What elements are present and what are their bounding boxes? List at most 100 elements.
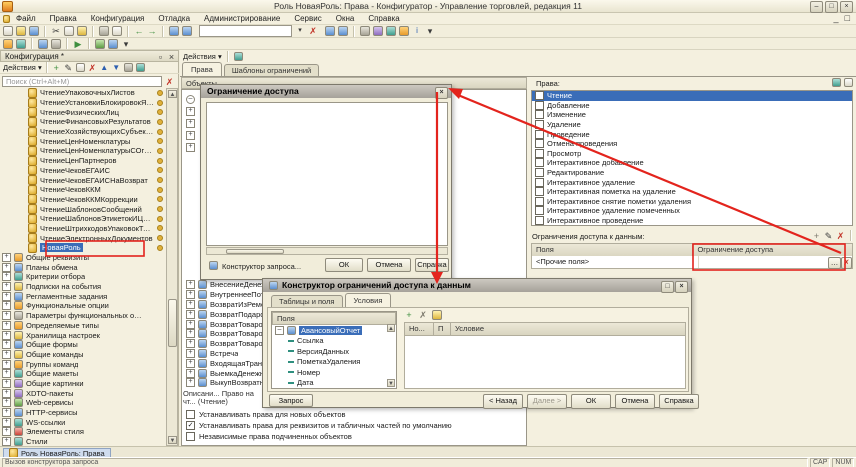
add-icon[interactable]: +	[52, 63, 61, 72]
expand-icon[interactable]: +	[2, 253, 11, 262]
mdi-minimize-button[interactable]: _	[834, 13, 839, 23]
right-row[interactable]: Проведение	[532, 129, 852, 139]
right-checkbox[interactable]	[535, 149, 544, 158]
move-down-icon[interactable]: ▼	[112, 63, 121, 72]
clear-all-rights-icon[interactable]	[844, 78, 853, 87]
actions-menu-button[interactable]: Действия ▾	[183, 52, 222, 61]
tree-item-role[interactable]: ЧтениеЦенНоменклатурыСОграни...	[0, 146, 166, 156]
combo-dropdown-icon[interactable]: ▾	[295, 26, 305, 36]
expand-icon[interactable]: +	[2, 282, 11, 291]
tree-item-section[interactable]: + XDTO-пакеты	[0, 388, 166, 398]
menu-item[interactable]: Файл	[16, 14, 36, 23]
zoom-out-icon[interactable]	[338, 26, 348, 36]
menu-item[interactable]: Окна	[336, 14, 355, 23]
expand-icon[interactable]: +	[2, 321, 11, 330]
rights-option-checkbox[interactable]: Устанавливать права для новых объектов	[186, 409, 846, 420]
menu-item[interactable]: Сервис	[294, 14, 321, 23]
cancel-button[interactable]: Отмена	[367, 258, 411, 272]
expand-icon[interactable]: +	[2, 427, 11, 436]
expand-icon[interactable]: +	[2, 292, 11, 301]
expand-icon[interactable]: +	[2, 301, 11, 310]
tree-item-role[interactable]: ЧтениеЧековЕГАИСНаВозврат	[0, 175, 166, 185]
tree-item-role[interactable]: ЧтениеЧековЕГАИС	[0, 166, 166, 176]
filter-icon[interactable]	[136, 63, 145, 72]
expand-icon[interactable]: +	[2, 379, 11, 388]
tree-item-role[interactable]: НоваяРоль	[0, 243, 166, 253]
tree-item-section[interactable]: + WS-ссылки	[0, 417, 166, 427]
dialog-button[interactable]: Далее >	[527, 394, 567, 409]
restriction-text-area[interactable]	[206, 102, 448, 246]
copy-item-icon[interactable]	[76, 63, 85, 72]
help-index-icon[interactable]	[399, 26, 409, 36]
tree-item-role[interactable]: ЧтениеШтрихкодовУпаковокТовар...	[0, 224, 166, 234]
forward-icon[interactable]: →	[147, 26, 157, 36]
scroll-up-icon[interactable]: ▲	[387, 324, 395, 332]
expand-icon[interactable]: +	[186, 105, 195, 116]
expand-icon[interactable]: +	[2, 418, 11, 427]
close-panel-icon[interactable]: ×	[167, 52, 176, 61]
open-icon[interactable]	[16, 26, 26, 36]
expand-icon[interactable]: +	[2, 408, 11, 417]
scroll-up-icon[interactable]: ▲	[168, 90, 177, 98]
scroll-thumb[interactable]	[168, 299, 177, 347]
expand-icon[interactable]: +	[2, 369, 11, 378]
expand-icon[interactable]: +	[186, 129, 195, 140]
cut-icon[interactable]: ✂	[51, 26, 61, 36]
tree-item-section[interactable]: + Общие макеты	[0, 369, 166, 379]
maximize-button[interactable]: □	[825, 1, 838, 13]
tree-item-section[interactable]: + Web-сервисы	[0, 398, 166, 408]
expand-icon[interactable]: +	[2, 263, 11, 272]
fields-tree-root[interactable]: – АвансовыйОтчет	[272, 325, 396, 336]
syntax-check-icon[interactable]	[373, 26, 383, 36]
expand-icon[interactable]: +	[186, 359, 195, 368]
fields-tree-item[interactable]: Проведен	[272, 388, 396, 389]
right-row[interactable]: Отмена проведения	[532, 139, 852, 149]
combo-clear-icon[interactable]: ✗	[308, 26, 318, 36]
restrictions-table-row[interactable]: <Прочие поля> … ✗	[531, 256, 853, 269]
expand-icon[interactable]: +	[186, 320, 195, 329]
expand-icon[interactable]: +	[2, 437, 11, 446]
right-checkbox[interactable]	[535, 197, 544, 206]
horizontal-scrollbar[interactable]	[206, 247, 448, 255]
dialog-button[interactable]: Отмена	[615, 394, 655, 409]
expand-icon[interactable]: +	[2, 389, 11, 398]
expand-icon[interactable]: +	[186, 280, 195, 289]
column-header[interactable]: П	[434, 323, 451, 336]
expand-icon[interactable]: +	[2, 272, 11, 281]
tree-item-role[interactable]: ЧтениеЧековККМ	[0, 185, 166, 195]
restriction-cell[interactable]	[699, 256, 828, 268]
maximize-icon[interactable]: □	[661, 281, 674, 293]
db-configuration-icon[interactable]	[16, 39, 26, 49]
rights-option-checkbox[interactable]: Независимые права подчиненных объектов	[186, 431, 846, 442]
tree-item-section[interactable]: + Регламентные задания	[0, 291, 166, 301]
window-position-icon[interactable]: ▫	[156, 52, 165, 61]
add-condition-icon[interactable]: +	[404, 310, 414, 320]
right-checkbox[interactable]	[535, 120, 544, 129]
new-document-icon[interactable]	[3, 26, 13, 36]
add-template-condition-icon[interactable]	[432, 310, 442, 320]
expand-icon[interactable]: +	[186, 378, 195, 387]
right-checkbox[interactable]	[535, 110, 544, 119]
right-row[interactable]: Редактирование	[532, 168, 852, 178]
edit-icon[interactable]: ✎	[64, 63, 73, 72]
expand-icon[interactable]: +	[186, 141, 195, 152]
fields-tree-item[interactable]: Ссылка	[272, 336, 396, 347]
menu-item[interactable]: Правка	[50, 14, 77, 23]
edit-restriction-icon[interactable]: ✎	[824, 231, 833, 240]
tree-item-role[interactable]: ЧтениеЦенПартнеров	[0, 156, 166, 166]
thin-client-icon[interactable]	[108, 39, 118, 49]
tree-item-role[interactable]: ЧтениеЭлектронныхДокументов	[0, 233, 166, 243]
tree-item-section[interactable]: + Критерии отбора	[0, 272, 166, 282]
configuration-icon[interactable]	[3, 39, 13, 49]
tree-item-role[interactable]: ЧтениеФизическихЛиц	[0, 107, 166, 117]
right-row[interactable]: Изменение	[532, 110, 852, 120]
scroll-down-icon[interactable]: ▼	[168, 436, 177, 444]
scroll-down-icon[interactable]: ▼	[387, 379, 395, 387]
print-icon[interactable]	[99, 26, 109, 36]
fields-tree-item[interactable]: Дата	[272, 378, 396, 389]
tree-item-role[interactable]: ЧтениеЦенНоменклатуры	[0, 136, 166, 146]
query-constructor-button[interactable]: Конструктор запроса...	[222, 262, 301, 271]
properties-icon[interactable]	[124, 63, 133, 72]
help-contents-icon[interactable]	[386, 26, 396, 36]
right-checkbox[interactable]	[535, 101, 544, 110]
